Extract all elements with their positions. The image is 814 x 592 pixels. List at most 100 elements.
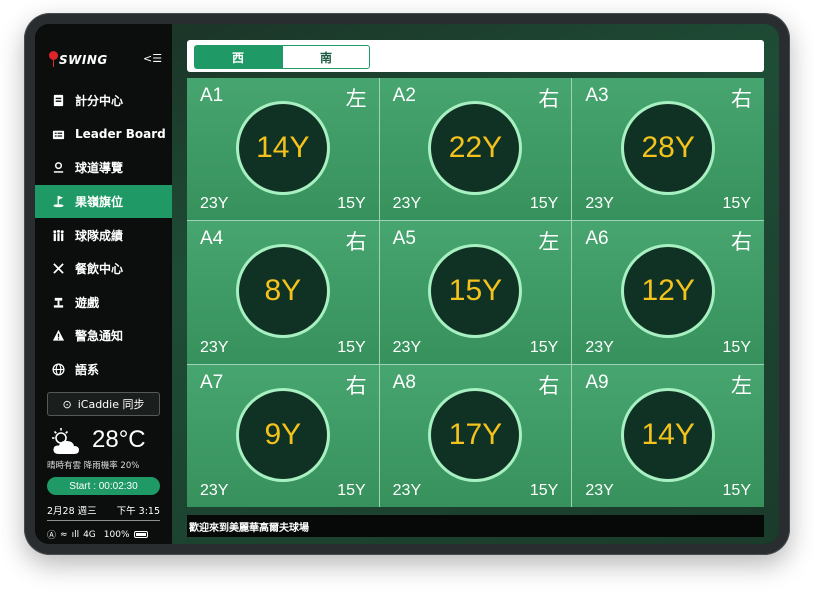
green-flag-icon: [51, 195, 65, 209]
pin-distance: 28Y: [641, 131, 695, 165]
left-distance: 23Y: [585, 338, 614, 356]
hole-number: A1: [200, 85, 224, 106]
tablet-frame: SWING <☰ 計分中心 Leader Board 球道導覽 果嶺旗位 球隊成…: [24, 13, 790, 555]
pin-distance: 22Y: [448, 131, 503, 165]
pin-distance: 9Y: [264, 417, 302, 451]
sidebar-item-dining[interactable]: 餐飲中心: [35, 252, 172, 286]
pin-side: 左: [538, 230, 560, 255]
right-distance: 15Y: [722, 481, 751, 499]
divider: [47, 520, 160, 521]
logo: SWING: [59, 53, 108, 67]
signal-icon: ıll: [71, 529, 80, 540]
sidebar-item-green-flag[interactable]: 果嶺旗位: [35, 184, 172, 219]
weather-description: 晴時有雲 降雨機率 20%: [47, 461, 140, 471]
tab-west[interactable]: 西: [194, 45, 282, 69]
hole-number: A7: [200, 371, 224, 393]
start-timer: Start : 00:02:30: [47, 477, 160, 495]
tab-south[interactable]: 南: [282, 45, 370, 69]
location-icon: Ⓐ: [47, 531, 57, 541]
language-icon: [51, 363, 65, 377]
battery-icon: [133, 531, 148, 538]
sidebar-item-language[interactable]: 語系: [35, 353, 172, 387]
sidebar-item-team-score[interactable]: 球隊成績: [35, 218, 172, 252]
date: 2月28 週三: [47, 506, 97, 517]
icaddie-sync-button[interactable]: ⊙ iCaddie 同步: [47, 392, 160, 416]
sync-icon: ⊙: [62, 397, 72, 411]
hole-card[interactable]: A7 右 9Y 23Y 15Y: [187, 364, 379, 507]
hole-number: A3: [585, 85, 609, 106]
sidebar-item-label: 遊戲: [75, 295, 100, 310]
left-distance: 23Y: [200, 195, 229, 213]
network-type: 4G: [83, 529, 96, 540]
main-content: 西 南 A1 左 14Y 23Y 15Y A2 右 22Y 23Y 15Y A3…: [172, 24, 779, 544]
hole-number: A5: [392, 228, 416, 250]
hole-card[interactable]: A9 左 14Y 23Y 15Y: [572, 364, 764, 507]
sidebar-item-course-guide[interactable]: 球道導覽: [35, 151, 172, 185]
sidebar-item-game[interactable]: 遊戲: [35, 286, 172, 320]
pin-distance: 12Y: [641, 274, 695, 308]
date-time-row: 2月28 週三 下午 3:15: [47, 503, 160, 517]
status-bar: Ⓐ ≈ ıll 4G 100%: [47, 528, 165, 541]
right-distance: 15Y: [529, 338, 559, 356]
pin-side: 右: [538, 373, 560, 398]
green-circle: 8Y: [235, 244, 330, 339]
hole-card[interactable]: A8 右 17Y 23Y 15Y: [379, 364, 572, 507]
collapse-menu-icon[interactable]: <☰: [143, 51, 162, 67]
time: 下午 3:15: [116, 506, 160, 517]
green-circle: 22Y: [428, 101, 523, 196]
sidebar-item-leaderboard[interactable]: Leader Board: [35, 118, 172, 152]
green-circle: 9Y: [235, 387, 330, 482]
alert-icon: [51, 329, 65, 343]
pin-distance: 17Y: [448, 417, 503, 451]
course-guide-icon: [51, 161, 65, 175]
hole-card[interactable]: A5 左 15Y 23Y 15Y: [379, 221, 572, 364]
partly-cloudy-icon: [52, 428, 79, 454]
right-distance: 15Y: [337, 481, 366, 499]
hole-number: A2: [392, 85, 416, 106]
hole-number: A9: [585, 371, 609, 393]
hole-number: A8: [392, 371, 416, 393]
temperature: 28°C: [92, 426, 146, 453]
course-tab-bar: 西 南: [187, 40, 764, 72]
icaddie-sync-label: iCaddie 同步: [77, 398, 145, 411]
hole-card[interactable]: A4 右 8Y 23Y 15Y: [187, 221, 379, 364]
hole-number: A6: [585, 228, 609, 250]
pin-side: 右: [731, 87, 752, 111]
right-distance: 15Y: [722, 338, 751, 356]
hole-card[interactable]: A3 右 28Y 23Y 15Y: [572, 78, 764, 221]
scorecard-icon: [51, 94, 65, 108]
hole-card[interactable]: A6 右 12Y 23Y 15Y: [572, 221, 764, 364]
sidebar-item-scorecard[interactable]: 計分中心: [35, 84, 172, 118]
left-distance: 23Y: [392, 481, 422, 499]
green-circle: 28Y: [621, 101, 716, 196]
pin-distance: 8Y: [264, 274, 302, 308]
sidebar-item-label: 計分中心: [75, 94, 124, 109]
sidebar: SWING <☰ 計分中心 Leader Board 球道導覽 果嶺旗位 球隊成…: [35, 24, 172, 544]
pin-distance: 15Y: [448, 274, 503, 308]
hole-card[interactable]: A2 右 22Y 23Y 15Y: [379, 78, 572, 221]
wifi-icon: ≈: [60, 529, 68, 540]
pin-side: 右: [538, 87, 560, 111]
left-distance: 23Y: [392, 338, 422, 356]
green-circle: 14Y: [235, 101, 330, 196]
sidebar-item-alert[interactable]: 警急通知: [35, 319, 172, 353]
right-distance: 15Y: [337, 338, 366, 356]
welcome-ticker: 歡迎來到美麗華高爾夫球場: [187, 515, 764, 537]
pin-distance: 14Y: [256, 131, 310, 165]
sidebar-item-label: Leader Board: [75, 127, 166, 142]
pin-position-grid: A1 左 14Y 23Y 15Y A2 右 22Y 23Y 15Y A3 右 2…: [187, 78, 764, 507]
game-icon: [51, 295, 65, 309]
left-distance: 23Y: [392, 195, 422, 213]
pin-side: 左: [731, 373, 752, 398]
sidebar-menu: 計分中心 Leader Board 球道導覽 果嶺旗位 球隊成績 餐飲中心 遊戲…: [35, 84, 172, 386]
logo-row: SWING <☰: [49, 50, 162, 70]
battery-percent: 100%: [103, 529, 130, 540]
green-circle: 15Y: [428, 244, 523, 339]
dining-icon: [51, 262, 65, 276]
leaderboard-icon: [51, 127, 65, 141]
hole-card[interactable]: A1 左 14Y 23Y 15Y: [187, 78, 379, 221]
left-distance: 23Y: [585, 195, 614, 213]
logo-pin-icon: [49, 51, 58, 67]
pin-side: 右: [345, 373, 367, 398]
pin-side: 右: [731, 230, 752, 255]
